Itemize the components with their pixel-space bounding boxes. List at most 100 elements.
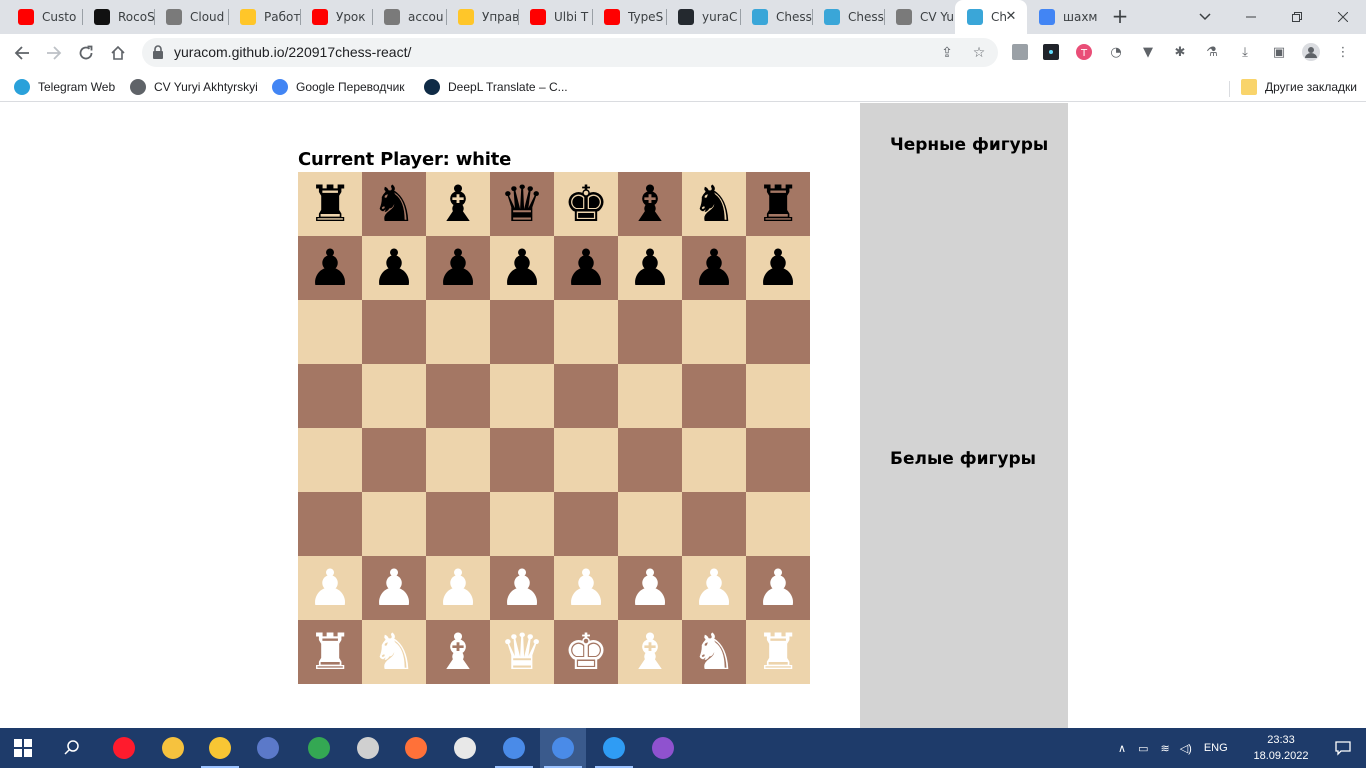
taskbar-app-file-explorer[interactable] xyxy=(197,728,243,768)
taskbar-app-calculator[interactable] xyxy=(345,728,391,768)
black-pawn[interactable]: ♟ xyxy=(756,236,801,300)
share-icon[interactable]: ⇪ xyxy=(938,44,956,62)
board-cell[interactable]: ♞ xyxy=(682,172,746,236)
board-cell[interactable]: ♜ xyxy=(746,172,810,236)
white-pawn[interactable]: ♟ xyxy=(500,556,545,620)
extension-avatar-icon[interactable] xyxy=(1011,43,1029,61)
react-devtools-icon[interactable] xyxy=(1042,43,1060,61)
black-knight[interactable]: ♞ xyxy=(692,172,737,236)
tab-search-button[interactable] xyxy=(1182,0,1228,34)
black-pawn[interactable]: ♟ xyxy=(500,236,545,300)
black-pawn[interactable]: ♟ xyxy=(308,236,353,300)
search-button[interactable] xyxy=(49,728,95,768)
board-cell[interactable]: ♟ xyxy=(426,236,490,300)
back-button[interactable] xyxy=(8,39,36,67)
board-cell[interactable] xyxy=(746,300,810,364)
white-knight[interactable]: ♞ xyxy=(372,620,417,684)
board-cell[interactable] xyxy=(426,492,490,556)
board-cell[interactable] xyxy=(426,300,490,364)
white-knight[interactable]: ♞ xyxy=(692,620,737,684)
board-cell[interactable]: ♟ xyxy=(298,236,362,300)
black-pawn[interactable]: ♟ xyxy=(564,236,609,300)
black-pawn[interactable]: ♟ xyxy=(628,236,673,300)
browser-tab[interactable]: CV Yu xyxy=(884,0,955,34)
taskbar-app-chrome-running[interactable] xyxy=(540,728,586,768)
board-cell[interactable]: ♟ xyxy=(362,556,426,620)
board-cell[interactable]: ♟ xyxy=(298,556,362,620)
browser-tab[interactable]: Урок xyxy=(300,0,372,34)
white-pawn[interactable]: ♟ xyxy=(692,556,737,620)
board-cell[interactable] xyxy=(426,364,490,428)
board-cell[interactable]: ♝ xyxy=(618,172,682,236)
board-cell[interactable]: ♜ xyxy=(298,172,362,236)
board-cell[interactable] xyxy=(490,300,554,364)
restore-button[interactable] xyxy=(1274,0,1320,34)
board-cell[interactable] xyxy=(426,428,490,492)
board-cell[interactable] xyxy=(554,428,618,492)
board-cell[interactable] xyxy=(746,428,810,492)
board-cell[interactable] xyxy=(298,492,362,556)
bookmark-item[interactable]: DeepL Translate – С... xyxy=(424,77,568,97)
board-cell[interactable]: ♝ xyxy=(618,620,682,684)
board-cell[interactable] xyxy=(682,428,746,492)
board-cell[interactable] xyxy=(298,364,362,428)
black-bishop[interactable]: ♝ xyxy=(628,172,673,236)
browser-tab[interactable]: Ulbi T xyxy=(518,0,592,34)
puzzle-extensions-icon[interactable]: ✱ xyxy=(1171,43,1189,61)
address-bar[interactable]: yuracom.github.io/220917chess-react/ ⇪ ☆ xyxy=(142,38,998,67)
close-window-button[interactable] xyxy=(1320,0,1366,34)
black-pawn[interactable]: ♟ xyxy=(372,236,417,300)
board-cell[interactable] xyxy=(362,364,426,428)
battery-icon[interactable]: ▭ xyxy=(1138,742,1148,755)
black-rook[interactable]: ♜ xyxy=(308,172,353,236)
black-king[interactable]: ♚ xyxy=(564,172,609,236)
black-knight[interactable]: ♞ xyxy=(372,172,417,236)
board-cell[interactable]: ♟ xyxy=(618,236,682,300)
board-cell[interactable]: ♜ xyxy=(746,620,810,684)
bookmark-item[interactable]: CV Yuryi Akhtyrskyi xyxy=(130,77,258,97)
white-rook[interactable]: ♜ xyxy=(308,620,353,684)
board-cell[interactable]: ♚ xyxy=(554,172,618,236)
wifi-icon[interactable]: ≋ xyxy=(1160,742,1169,755)
taskbar-app-chromium[interactable] xyxy=(491,728,537,768)
board-cell[interactable] xyxy=(362,300,426,364)
board-cell[interactable] xyxy=(554,300,618,364)
download-icon[interactable]: ⤓ xyxy=(1236,43,1254,61)
board-cell[interactable] xyxy=(682,364,746,428)
browser-tab[interactable]: Cloud xyxy=(154,0,228,34)
board-cell[interactable]: ♛ xyxy=(490,172,554,236)
board-cell[interactable] xyxy=(490,364,554,428)
board-cell[interactable] xyxy=(298,428,362,492)
forward-button[interactable] xyxy=(40,39,68,67)
white-rook[interactable]: ♜ xyxy=(756,620,801,684)
taskbar-app-firefox[interactable] xyxy=(393,728,439,768)
black-queen[interactable]: ♛ xyxy=(500,172,545,236)
taskbar-app-github-desktop[interactable] xyxy=(640,728,686,768)
board-cell[interactable]: ♟ xyxy=(554,236,618,300)
browser-tab[interactable]: yuraC xyxy=(666,0,740,34)
volume-icon[interactable]: ◁) xyxy=(1180,742,1192,755)
bookmark-item[interactable]: Google Переводчик xyxy=(272,77,405,97)
browser-tab[interactable]: Custo xyxy=(6,0,82,34)
board-cell[interactable] xyxy=(618,428,682,492)
browser-tab[interactable]: Работ xyxy=(228,0,300,34)
taskbar-app-kali-tool[interactable] xyxy=(150,728,196,768)
vue-devtools-icon[interactable]: ▼ xyxy=(1139,43,1157,61)
board-cell[interactable] xyxy=(490,492,554,556)
board-cell[interactable]: ♚ xyxy=(554,620,618,684)
board-cell[interactable]: ♟ xyxy=(618,556,682,620)
black-pawn[interactable]: ♟ xyxy=(692,236,737,300)
browser-tab[interactable]: Chess xyxy=(740,0,812,34)
board-cell[interactable]: ♟ xyxy=(490,556,554,620)
board-cell[interactable]: ♟ xyxy=(746,236,810,300)
board-cell[interactable]: ♞ xyxy=(362,620,426,684)
taskbar-app-magnifier-app[interactable] xyxy=(442,728,488,768)
chevron-up-icon[interactable]: ∧ xyxy=(1118,742,1126,755)
board-cell[interactable] xyxy=(362,428,426,492)
white-pawn[interactable]: ♟ xyxy=(372,556,417,620)
board-cell[interactable]: ♟ xyxy=(490,236,554,300)
bookmark-item[interactable]: Telegram Web xyxy=(14,77,115,97)
board-cell[interactable]: ♟ xyxy=(682,556,746,620)
white-king[interactable]: ♚ xyxy=(564,620,609,684)
black-rook[interactable]: ♜ xyxy=(756,172,801,236)
